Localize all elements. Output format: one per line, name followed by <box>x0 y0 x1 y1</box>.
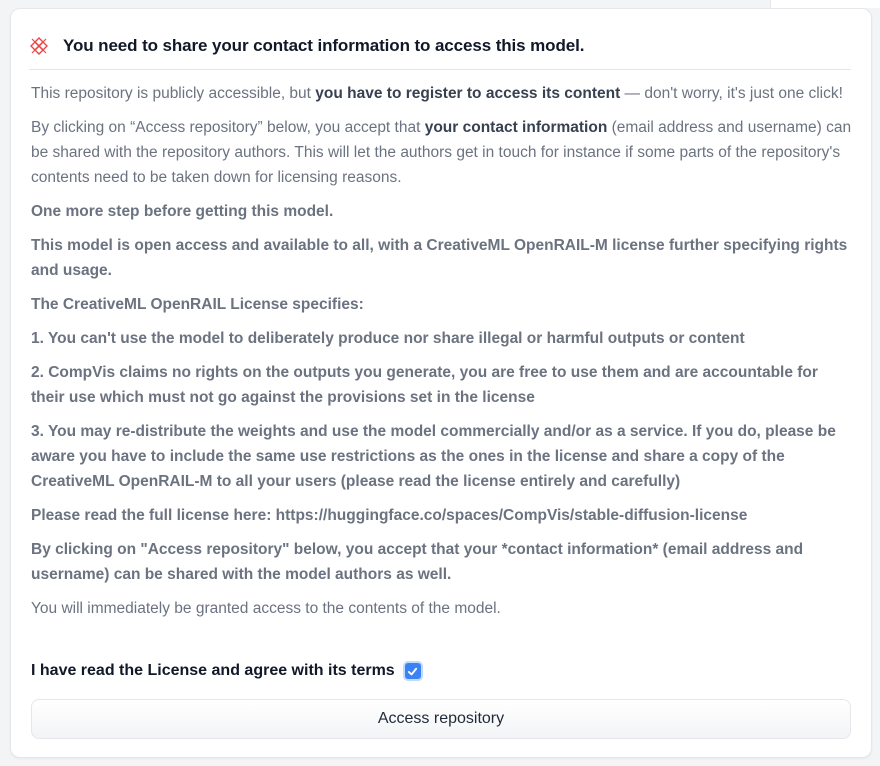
card-header: You need to share your contact informati… <box>29 33 851 70</box>
page-title: You need to share your contact informati… <box>63 36 585 55</box>
top-tab-edge <box>770 0 880 8</box>
license-link-paragraph: Please read the full license here: https… <box>31 507 748 524</box>
license-paragraph: By clicking on "Access repository" below… <box>31 541 804 583</box>
intro-emphasis: you have to register to access its conte… <box>315 85 621 102</box>
access-repository-button[interactable]: Access repository <box>31 699 851 739</box>
license-paragraph: This model is open access and available … <box>31 237 848 279</box>
contact-emphasis: your contact information <box>424 119 608 136</box>
intro-paragraph: This repository is publicly accessible, … <box>31 81 853 106</box>
license-paragraph: 1. You can't use the model to deliberate… <box>31 330 745 347</box>
agreement-checkbox[interactable] <box>404 663 421 679</box>
footer-note: You will immediately be granted access t… <box>31 600 501 617</box>
license-paragraph: 2. CompVis claims no rights on the outpu… <box>31 364 818 406</box>
gate-content: This repository is publicly accessible, … <box>31 81 853 630</box>
license-paragraph: The CreativeML OpenRAIL License specifie… <box>31 296 364 313</box>
agreement-label[interactable]: I have read the License and agree with i… <box>31 662 395 680</box>
contact-text: By clicking on “Access repository” below… <box>31 119 425 136</box>
checkmark-icon <box>408 667 418 675</box>
gated-lock-icon <box>30 37 48 55</box>
contact-paragraph: By clicking on “Access repository” below… <box>31 115 853 190</box>
agreement-row: I have read the License and agree with i… <box>31 659 421 683</box>
license-paragraph: One more step before getting this model. <box>31 203 334 220</box>
license-paragraph: 3. You may re-distribute the weights and… <box>31 423 836 490</box>
intro-text-tail: — don't worry, it's just one click! <box>620 85 843 102</box>
intro-text: This repository is publicly accessible, … <box>31 85 316 102</box>
gated-access-card: You need to share your contact informati… <box>10 8 872 758</box>
